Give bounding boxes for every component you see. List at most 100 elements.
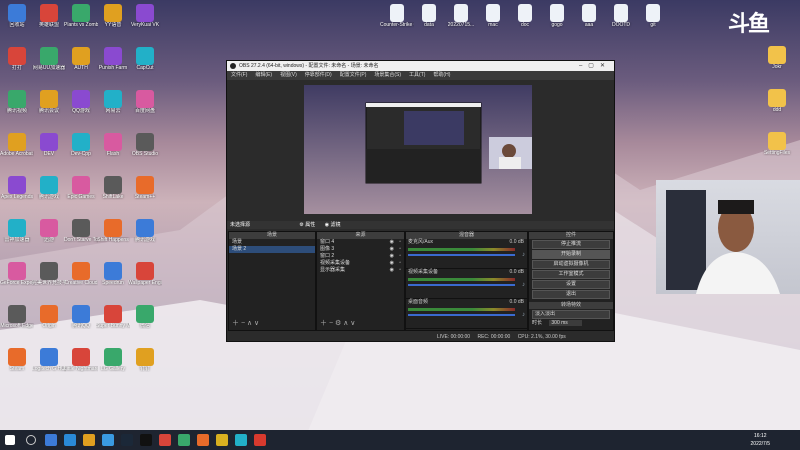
desktop-icon[interactable]: 英雄联盟 (32, 4, 66, 44)
desktop-icon[interactable]: Steam (0, 348, 34, 388)
taskbar-app-icon[interactable] (216, 434, 228, 446)
taskbar-app-icon[interactable] (64, 434, 76, 446)
speaker-icon[interactable]: ♪ (522, 282, 525, 288)
desktop-icon[interactable]: OBS Studio (128, 133, 162, 173)
visibility-eye-icon[interactable]: ◉ (390, 253, 394, 260)
desktop-icon[interactable]: Steam++ (128, 176, 162, 216)
desktop-icon[interactable]: 腾讯游戏 (32, 176, 66, 216)
desktop-icon[interactable]: Logitech G HUB (32, 348, 66, 388)
lock-icon[interactable]: ▫ (399, 253, 401, 260)
menu-item[interactable]: 文件(F) (231, 72, 247, 78)
lock-icon[interactable]: ▫ (399, 267, 401, 274)
taskbar-app-icon[interactable] (235, 434, 247, 446)
taskbar-app-icon[interactable] (197, 434, 209, 446)
filters-button[interactable]: ◉ 滤镜 (325, 222, 341, 228)
desktop-icon[interactable]: Super Bunny Man (96, 305, 130, 345)
taskbar-app-icon[interactable] (83, 434, 95, 446)
desktop-icon[interactable]: Adobe Acrobat DC (0, 133, 34, 173)
desktop-icon[interactable]: 腾讯QQ (64, 305, 98, 345)
control-button[interactable]: 停止推流 (532, 240, 610, 249)
taskbar-app-icon[interactable] (102, 434, 114, 446)
control-button[interactable]: 工作室模式 (532, 270, 610, 279)
desktop-icon[interactable]: Wallpaper Engine (128, 262, 162, 302)
desktop-icon[interactable]: Dev-Cpp (64, 133, 98, 173)
desktop-icon[interactable]: 腾讯会议 (32, 90, 66, 130)
source-item[interactable]: 视频采集设备 ◉ ▫ (317, 260, 404, 267)
source-item[interactable]: 图像 3 ◉ ▫ (317, 246, 404, 253)
speaker-icon[interactable]: ♪ (522, 252, 525, 258)
desktop-icon[interactable]: 微信 (128, 305, 162, 345)
visibility-eye-icon[interactable]: ◉ (390, 260, 394, 267)
desktop-icon[interactable]: 打打 (0, 47, 34, 87)
source-controls[interactable]: ＋ − ⚙ ∧ ∨ (320, 318, 355, 328)
taskbar-app-icon[interactable] (140, 434, 152, 446)
desktop-icon[interactable]: SettingFiles (760, 132, 794, 172)
desktop-icon[interactable]: data (412, 4, 446, 44)
volume-slider[interactable] (408, 314, 515, 316)
desktop-icon[interactable]: Don't Starve Together (64, 219, 98, 259)
desktop-icon[interactable]: AUTH (64, 47, 98, 87)
control-button[interactable]: 退出 (532, 290, 610, 299)
visibility-eye-icon[interactable]: ◉ (390, 267, 394, 274)
desktop-icon[interactable]: Little Nightmares (64, 348, 98, 388)
desktop-icon[interactable]: ShiftLake (96, 176, 130, 216)
volume-slider[interactable] (408, 254, 515, 256)
start-icon[interactable] (5, 435, 15, 445)
desktop-icon[interactable]: VeryKuai VK (128, 4, 162, 44)
menu-item[interactable]: 编辑(E) (255, 72, 272, 78)
desktop-icon[interactable]: 迅游 (32, 219, 66, 259)
desktop-icon[interactable]: 腾讯视频 (0, 90, 34, 130)
control-button[interactable]: 设置 (532, 280, 610, 289)
source-item[interactable]: 窗口 2 ◉ ▫ (317, 253, 404, 260)
desktop-icon[interactable]: gogo (540, 4, 574, 44)
menu-item[interactable]: 帮助(H) (433, 72, 450, 78)
desktop-icon[interactable]: 20220715... (444, 4, 478, 44)
desktop-icon[interactable]: 网易UU加速器 (32, 47, 66, 87)
desktop-icon[interactable]: GeForce Experience (0, 262, 34, 302)
clock[interactable]: 16:12 2022/7/5 (751, 432, 770, 448)
desktop-icon[interactable]: DOOTD (604, 4, 638, 44)
desktop-icon[interactable]: DEV (32, 133, 66, 173)
taskbar-app-icon[interactable] (45, 434, 57, 446)
desktop-icon[interactable]: Speedrun (96, 262, 130, 302)
desktop-icon[interactable]: 回收站 (0, 4, 34, 44)
scene-controls[interactable]: ＋ − ∧ ∨ (232, 318, 259, 328)
search-icon[interactable] (26, 435, 36, 445)
menu-item[interactable]: 停靠部件(D) (305, 72, 332, 78)
taskbar-app-icon[interactable] (254, 434, 266, 446)
desktop-icon[interactable]: 雷神加速器 (0, 219, 34, 259)
desktop-icon[interactable]: Punish Farm (96, 47, 130, 87)
scene-item[interactable]: 场景 (229, 239, 315, 246)
desktop-icon[interactable]: QQ游戏 (64, 90, 98, 130)
desktop-icon[interactable]: 网易云 (96, 90, 130, 130)
menu-item[interactable]: 视图(V) (280, 72, 297, 78)
obs-titlebar[interactable]: OBS 27.2.4 (64-bit, windows) - 配置文件: 未命名… (227, 61, 614, 71)
desktop-icon[interactable]: YY语音 (96, 4, 130, 44)
desktop-icon[interactable]: Shift Happens (96, 219, 130, 259)
desktop-icon[interactable]: mac (476, 4, 510, 44)
source-item[interactable]: 显示器采集 ◉ ▫ (317, 267, 404, 274)
desktop-icon[interactable]: Creative Cloud (64, 262, 98, 302)
lock-icon[interactable]: ▫ (399, 239, 401, 246)
transition-select[interactable]: 淡入淡出 (532, 310, 610, 319)
obs-preview[interactable] (304, 85, 532, 214)
desktop-icon[interactable]: Microsoft Edge (0, 305, 34, 345)
desktop-icon[interactable]: Jokr (760, 46, 794, 86)
control-button[interactable]: 启动虚拟摄像机 (532, 260, 610, 269)
visibility-eye-icon[interactable]: ◉ (390, 239, 394, 246)
desktop-icon[interactable]: CapCut (128, 47, 162, 87)
desktop-icon[interactable]: doc (508, 4, 542, 44)
taskbar-app-icon[interactable] (121, 434, 133, 446)
visibility-eye-icon[interactable]: ◉ (390, 246, 394, 253)
duration-input[interactable]: 300 ms (549, 320, 582, 326)
desktop-icon[interactable]: Plants vs Zombies (64, 4, 98, 44)
desktop-icon[interactable]: 腾讯游戏 (128, 219, 162, 259)
speaker-icon[interactable]: ♪ (522, 312, 525, 318)
desktop-icon[interactable]: 完美世界竞技平台 (32, 262, 66, 302)
lock-icon[interactable]: ▫ (399, 260, 401, 267)
volume-slider[interactable] (408, 284, 515, 286)
desktop-icon[interactable]: aaa (572, 4, 606, 44)
desktop-icon[interactable]: Epic Games (64, 176, 98, 216)
desktop-icon[interactable]: Counter-Strike Global Off... (380, 4, 414, 44)
menu-item[interactable]: 工具(T) (409, 72, 425, 78)
